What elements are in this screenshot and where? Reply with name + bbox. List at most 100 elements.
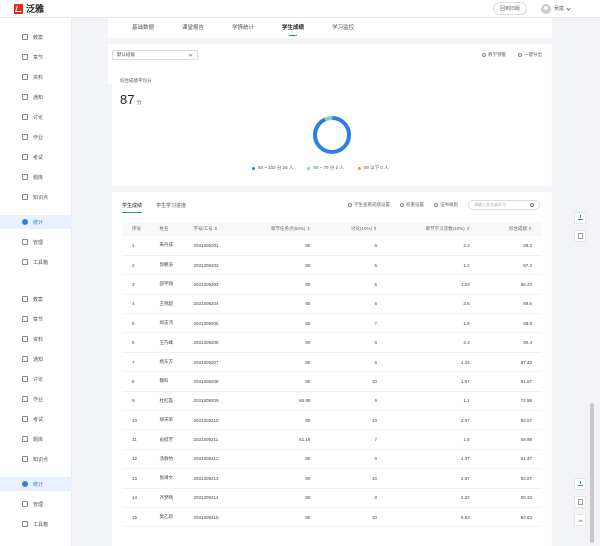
column-header[interactable]: 讨论(10%) ⇕	[320, 222, 387, 236]
return-old-version-button[interactable]: 回到旧版	[492, 2, 527, 15]
sidebar-item[interactable]: 资料	[0, 70, 72, 84]
download-button[interactable]	[574, 478, 586, 490]
table-row[interactable]: 9 杜红磊 2031309209 65.88 6 1.1 72.98	[122, 391, 542, 411]
table-row[interactable]: 7 杨东方 2031309207 80 6 1.43 87.43	[122, 352, 542, 372]
tab[interactable]: 学生成绩	[282, 18, 304, 38]
table-cell: 90.4	[523, 340, 532, 346]
sidebar-item[interactable]: 通知	[0, 352, 72, 366]
tab[interactable]: 学习监控	[332, 18, 354, 38]
download-icon	[578, 481, 583, 486]
table-row[interactable]: 8 魏科 2031309208 80 10 1.67 91.67	[122, 372, 542, 392]
table-cell: 80	[305, 378, 311, 384]
logo-icon	[14, 3, 23, 14]
avatar[interactable]	[540, 3, 551, 14]
sidebar-item-label: 章节	[33, 316, 44, 323]
table-row[interactable]: 14 齐梦晴 2031309214 80 8 2.33 90.33	[122, 488, 542, 508]
column-header[interactable]: 章节任务点(60%) ⇕	[234, 222, 320, 236]
sidebar-item[interactable]: 讨论	[0, 110, 72, 124]
page-scrollbar[interactable]	[590, 18, 594, 546]
table-cell: 齐梦晴	[159, 494, 174, 500]
column-header[interactable]: 学号/工号 ⇕	[184, 222, 235, 236]
table-cell: 2031305201	[193, 242, 219, 248]
table-row[interactable]: 11 俞挺芳 2031309211 61.18 7 1.8 69.98	[122, 430, 542, 450]
app-logo[interactable]: 泛雅	[14, 2, 44, 15]
table-row[interactable]: 1 朱丹成 2031305201 80 6 2.3 88.3	[122, 236, 542, 256]
export-label: 一键导出	[524, 52, 542, 57]
sidebar-item[interactable]: 工具箱	[0, 517, 72, 531]
sidebar-item[interactable]: 通知	[0, 90, 72, 104]
certificate-rule-label: 证书规则	[440, 202, 458, 207]
weight-settings-button[interactable]: 权重设置	[400, 202, 424, 208]
tab[interactable]: 基础数据	[132, 18, 154, 38]
sidebar-item[interactable]: 管理	[0, 235, 72, 249]
sidebar-item[interactable]: 考试	[0, 150, 72, 164]
table-cell: 15	[132, 514, 138, 520]
knowledge-icon	[22, 456, 28, 462]
student-view-settings-button[interactable]: 学生查看成绩设置	[348, 202, 390, 208]
back-to-top-button[interactable]	[574, 514, 586, 526]
table-cell: 90.83	[520, 514, 532, 520]
legend-text: 80 ~ 100 分 28 人	[258, 165, 294, 170]
username[interactable]: 吴斌	[554, 5, 564, 12]
sidebar-item[interactable]: 讨论	[0, 372, 72, 386]
table-cell: 1.37	[460, 456, 470, 462]
table-row[interactable]: 13 张靖文 2031309213 80 10 2.87 92.87	[122, 469, 542, 489]
table-cell: 80	[305, 320, 311, 326]
table-row[interactable]: 15 莫乙新 2031309215 80 10 0.83 90.83	[122, 507, 542, 527]
tab[interactable]: 课堂报告	[182, 18, 204, 38]
sidebar-item[interactable]: 作业	[0, 392, 72, 406]
table-row[interactable]: 5 闵志鸿 2031309205 80 7 1.8 88.8	[122, 314, 542, 333]
document-button[interactable]	[574, 230, 586, 242]
sidebar-item[interactable]: 管理	[0, 497, 72, 511]
table-row[interactable]: 6 王乃峰 2031309206 80 8 2.4 90.4	[122, 333, 542, 353]
sidebar-item[interactable]: 章节	[0, 312, 72, 326]
chevron-down-icon[interactable]	[566, 6, 571, 11]
tab[interactable]: 学情统计	[232, 18, 254, 38]
table-tab[interactable]: 学生成绩	[122, 202, 143, 213]
search-input[interactable]: 请输入姓名或学号	[468, 200, 540, 210]
table-tab[interactable]: 学生学习进度	[156, 202, 186, 213]
table-row[interactable]: 4 王晓超 2031309204 80 6 3.6 89.6	[122, 294, 542, 314]
sidebar-item[interactable]: 章节	[0, 50, 72, 64]
table-cell: 8	[374, 495, 377, 501]
average-score: 87 分	[120, 92, 141, 107]
export-button[interactable]: 一键导出	[518, 52, 542, 58]
sidebar-item[interactable]: 教案	[0, 292, 72, 306]
certificate-rule-button[interactable]: 证书规则	[434, 202, 458, 208]
sidebar-item[interactable]: 资料	[0, 332, 72, 346]
table-row[interactable]: 2 郭鹏浩 2031309202 80 6 1.2 87.2	[122, 255, 542, 275]
table-cell: 汤静怡	[159, 455, 174, 461]
table-row[interactable]: 3 邵宇翔 2031309203 80 5 1.23 86.23	[122, 275, 542, 295]
sidebar-item[interactable]: 题库	[0, 170, 72, 184]
table-cell: 莫乙新	[159, 514, 174, 520]
table-cell: 10	[371, 378, 377, 384]
table-cell: 2031309203	[193, 281, 219, 287]
class-select[interactable]: 默认班级	[112, 50, 198, 60]
sidebar-item[interactable]: 作业	[0, 130, 72, 144]
sidebar-item[interactable]: 工具箱	[0, 255, 72, 269]
table-cell: 郭鹏浩	[159, 262, 174, 268]
legend-dot	[307, 166, 311, 170]
sidebar-item[interactable]: 题库	[0, 432, 72, 446]
sidebar-item[interactable]: 教案	[0, 30, 72, 44]
column-header[interactable]: 综合成绩 ⇕	[480, 222, 542, 236]
column-header[interactable]: 章节学习次数(10%) ⇕	[387, 222, 480, 236]
teaching-warning-button[interactable]: 教学预警	[482, 52, 506, 58]
sidebar-item[interactable]: 知识点	[0, 190, 72, 204]
sidebar-item[interactable]: 统计	[0, 477, 72, 491]
scrollbar-thumb[interactable]	[590, 403, 594, 543]
download-button[interactable]	[574, 212, 586, 224]
table-cell: 3.6	[463, 301, 470, 307]
table-cell: 10	[371, 417, 377, 423]
table-cell: 87.2	[523, 262, 532, 268]
sidebar-item[interactable]: 统计	[0, 215, 72, 229]
sidebar-item[interactable]: 考试	[0, 412, 72, 426]
table-row[interactable]: 12 汤静怡 2031309212 80 0 1.37 81.37	[122, 449, 542, 469]
table-cell: 86.23	[520, 281, 532, 287]
document-button[interactable]	[574, 496, 586, 508]
table-cell: 91.67	[520, 378, 532, 384]
document-icon	[578, 233, 583, 239]
sidebar-item[interactable]: 知识点	[0, 452, 72, 466]
search-icon[interactable]	[530, 203, 534, 207]
table-row[interactable]: 10 郑天荣 2031309210 80 10 2.57 92.57	[122, 411, 542, 430]
